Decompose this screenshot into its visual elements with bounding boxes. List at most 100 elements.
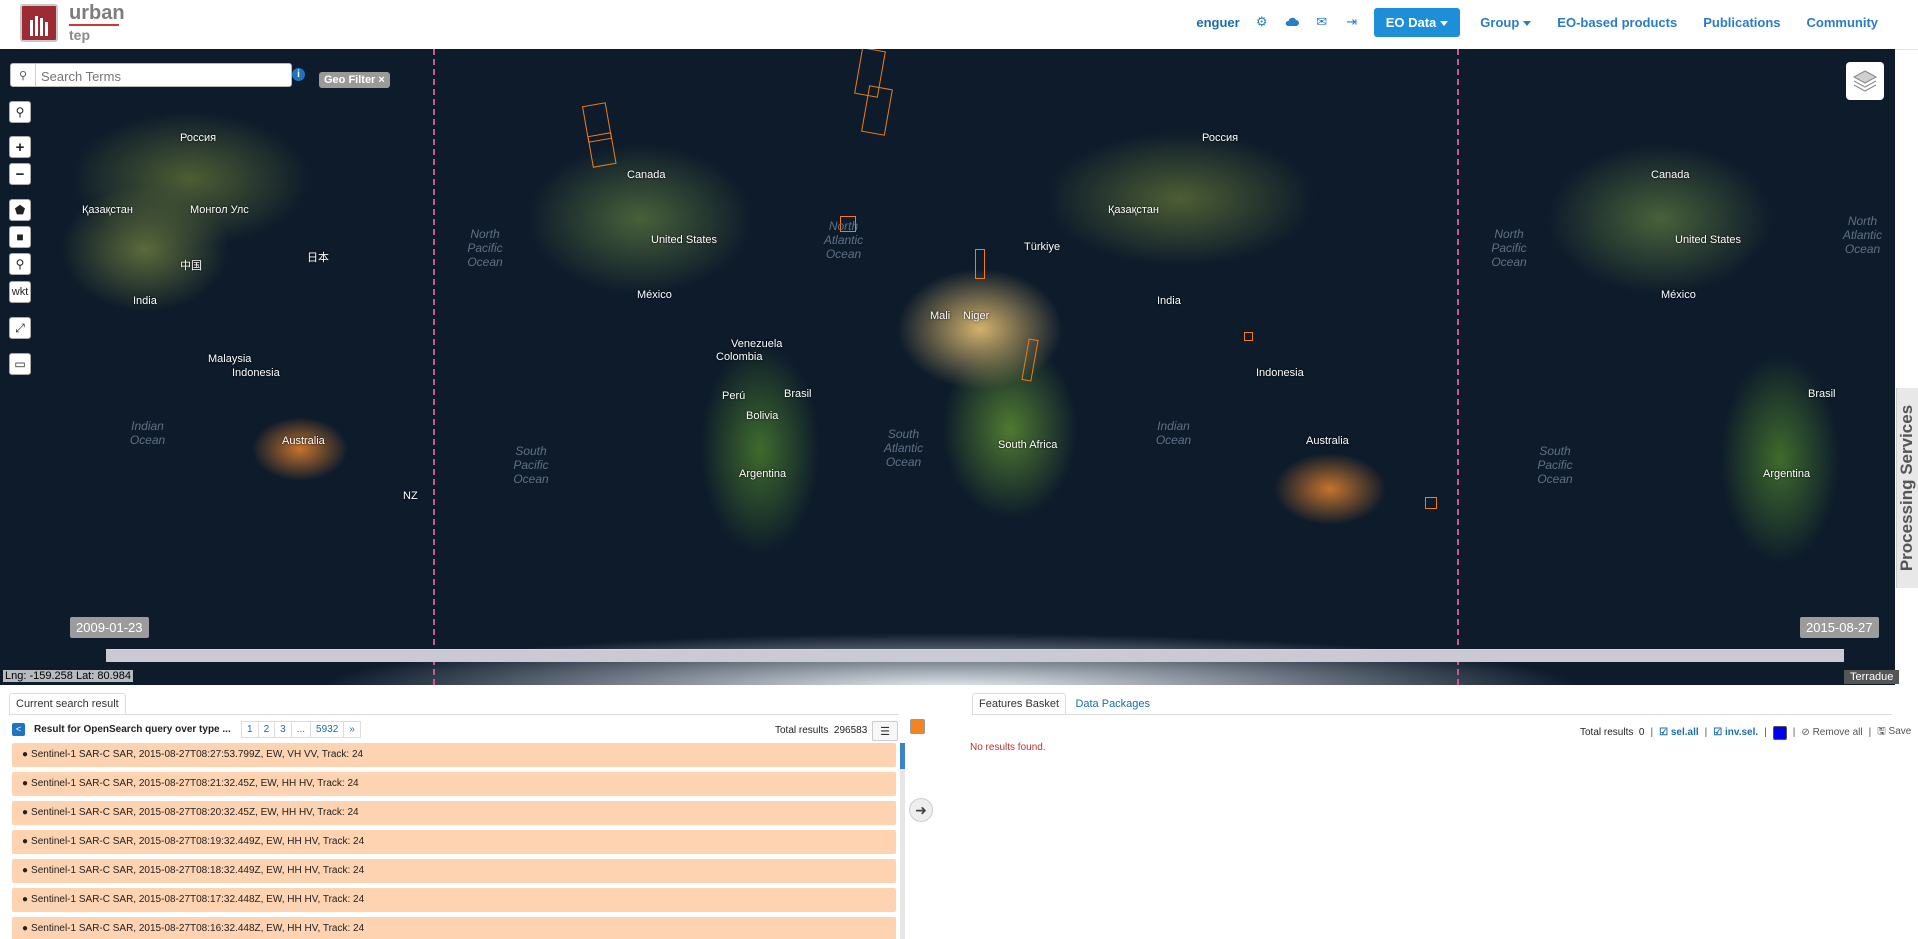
- label-argentina-2: Argentina: [1763, 468, 1811, 480]
- globe-icon: ●: [22, 865, 29, 876]
- label-south-pacific-2: South Pacific Ocean: [1537, 444, 1573, 486]
- page-2[interactable]: 2: [257, 721, 276, 738]
- total-results: Total results 296583: [775, 725, 867, 736]
- row-text: Sentinel-1 SAR-C SAR, 2015-08-27T08:27:5…: [31, 749, 364, 760]
- dateline-right: [1457, 49, 1459, 685]
- page-1[interactable]: 1: [241, 721, 259, 738]
- search-input[interactable]: [39, 66, 288, 86]
- globe-icon: ●: [22, 807, 29, 818]
- label-peru: Perú: [722, 390, 746, 402]
- layers-icon[interactable]: [1846, 62, 1884, 100]
- label-kazakhstan-2: Қазақстан: [1108, 204, 1159, 216]
- user-menu[interactable]: enguer: [1196, 15, 1239, 30]
- list-item[interactable]: ● Sentinel-1 SAR-C SAR, 2015-08-27T08:19:…: [12, 830, 896, 854]
- group-dropdown[interactable]: Group: [1480, 14, 1532, 30]
- page-ellipsis[interactable]: ...: [290, 721, 312, 738]
- top-navbar: urban tep enguer ⚙ ✉ ⇥ EO Data Group EO-…: [0, 0, 1918, 50]
- polygon-tool-icon[interactable]: ⬟: [9, 199, 31, 221]
- label-north-atlantic: North Atlantic Ocean: [823, 219, 864, 261]
- map-search-icon[interactable]: ⚲: [9, 101, 31, 123]
- row-text: Sentinel-1 SAR-C SAR, 2015-08-27T08:19:3…: [31, 836, 365, 847]
- scrollbar-thumb[interactable]: [900, 743, 905, 769]
- label-south-pacific: South Pacific Ocean: [513, 444, 549, 486]
- cloud-icon[interactable]: [1284, 14, 1300, 30]
- point-tool-icon[interactable]: ⚲: [9, 253, 31, 275]
- eo-data-dropdown[interactable]: EO Data: [1373, 7, 1461, 37]
- footprint[interactable]: [1244, 332, 1253, 341]
- fullscreen-icon[interactable]: ⤢: [9, 317, 31, 339]
- tab-current-search-result[interactable]: Current search result: [9, 693, 126, 714]
- list-view-icon[interactable]: ☰: [872, 721, 898, 741]
- label-indonesia-2: Indonesia: [1256, 367, 1304, 379]
- label-australia: Australia: [282, 435, 325, 447]
- world-map[interactable]: Россия Canada Қазақстан Монгол Улс 中国 日本…: [0, 49, 1895, 685]
- label-venezuela: Venezuela: [731, 338, 783, 350]
- remove-all-button[interactable]: ⊘ Remove all: [1801, 727, 1862, 738]
- right-tabs: Features Basket Data Packages: [972, 693, 1157, 714]
- page-3[interactable]: 3: [274, 721, 292, 738]
- logout-icon[interactable]: ⇥: [1344, 14, 1360, 30]
- zoom-out-button[interactable]: −: [9, 163, 31, 185]
- footprint[interactable]: [975, 249, 985, 279]
- list-item[interactable]: ● Sentinel-1 SAR-C SAR, 2015-08-27T08:18:…: [12, 859, 896, 883]
- footprint[interactable]: [1021, 338, 1039, 382]
- select-all-button[interactable]: ☑ sel.all: [1659, 727, 1699, 738]
- timeline-start-handle[interactable]: 2009-01-23: [70, 617, 149, 638]
- timeline-end-handle[interactable]: 2015-08-27: [1800, 617, 1879, 638]
- globe-icon: ●: [22, 836, 29, 847]
- label-kazakhstan: Қазақстан: [82, 204, 133, 216]
- zoom-in-button[interactable]: +: [9, 136, 31, 158]
- map-attribution: Terradue: [1844, 670, 1900, 684]
- processing-services-tab[interactable]: Processing Services: [1896, 388, 1918, 588]
- list-item[interactable]: ● Sentinel-1 SAR-C SAR, 2015-08-27T08:21:…: [12, 772, 896, 796]
- label-brasil-2: Brasil: [1808, 388, 1836, 400]
- share-icon[interactable]: <: [12, 723, 25, 736]
- ruler-icon[interactable]: ▭: [9, 353, 31, 375]
- footprint[interactable]: [1425, 497, 1437, 509]
- result-scrollbar[interactable]: [900, 743, 905, 939]
- gear-icon[interactable]: ⚙: [1254, 14, 1270, 30]
- basket-total-value: 0: [1638, 727, 1645, 738]
- total-value: 296583: [833, 725, 868, 736]
- wkt-button[interactable]: wkt: [9, 281, 31, 303]
- page-next[interactable]: »: [343, 721, 361, 738]
- page-last[interactable]: 5932: [310, 721, 345, 738]
- list-item[interactable]: ● Sentinel-1 SAR-C SAR, 2015-08-27T08:27:…: [12, 743, 896, 767]
- timeline-slider[interactable]: [106, 649, 1844, 662]
- row-text: Sentinel-1 SAR-C SAR, 2015-08-27T08:20:3…: [31, 807, 359, 818]
- list-item[interactable]: ● Sentinel-1 SAR-C SAR, 2015-08-27T08:20:…: [12, 801, 896, 825]
- nav-community[interactable]: Community: [1807, 15, 1879, 30]
- label-russia: Россия: [180, 132, 217, 144]
- label-australia-2: Australia: [1306, 435, 1349, 447]
- tab-features-basket[interactable]: Features Basket: [972, 693, 1067, 714]
- dateline-left: [433, 49, 435, 685]
- row-text: Sentinel-1 SAR-C SAR, 2015-08-27T08:21:3…: [31, 778, 359, 789]
- envelope-icon[interactable]: ✉: [1314, 14, 1330, 30]
- urban-tep-logo[interactable]: [20, 4, 58, 42]
- label-china: 中国: [180, 260, 202, 272]
- nav-eo-based-products[interactable]: EO-based products: [1557, 15, 1677, 30]
- footprint[interactable]: [587, 132, 617, 168]
- nav-publications[interactable]: Publications: [1703, 15, 1780, 30]
- result-color-swatch[interactable]: [910, 719, 925, 734]
- group-label: Group: [1480, 14, 1520, 30]
- label-brasil: Brasil: [784, 388, 812, 400]
- label-malaysia: Malaysia: [208, 353, 252, 365]
- basket-total-label: Total results: [1580, 727, 1634, 738]
- label-turkey: Türkiye: [1024, 241, 1061, 253]
- move-to-basket-arrow-icon[interactable]: ➜: [909, 798, 933, 822]
- basket-color-swatch[interactable]: [1772, 725, 1787, 740]
- label-north-atlantic-2: North Atlantic Ocean: [1842, 214, 1883, 256]
- tab-data-packages[interactable]: Data Packages: [1069, 694, 1157, 714]
- result-header: < Result for OpenSearch query over type …: [12, 720, 898, 741]
- globe-icon: ●: [22, 778, 29, 789]
- list-item[interactable]: ● Sentinel-1 SAR-C SAR, 2015-08-27T08:16:…: [12, 917, 896, 939]
- label-niger: Niger: [963, 310, 990, 322]
- logo-bars-icon: [30, 16, 48, 36]
- list-item[interactable]: ● Sentinel-1 SAR-C SAR, 2015-08-27T08:17:…: [12, 888, 896, 912]
- geo-filter-tag[interactable]: Geo Filter ×: [319, 72, 390, 88]
- info-icon[interactable]: i: [292, 68, 305, 81]
- save-button[interactable]: 🖫 Save: [1877, 724, 1911, 741]
- invert-selection-button[interactable]: ☑ inv.sel.: [1713, 727, 1758, 738]
- rectangle-tool-icon[interactable]: ■: [9, 226, 31, 248]
